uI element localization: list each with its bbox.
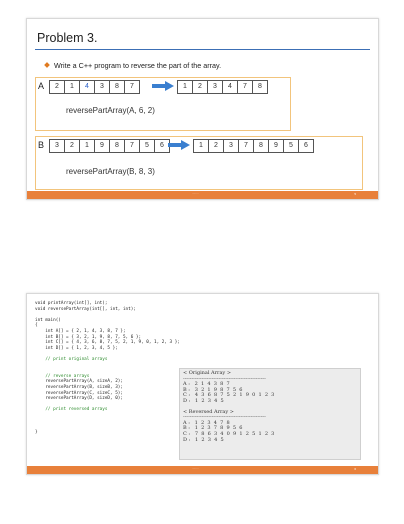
array-b-original: 32198756 — [49, 139, 170, 153]
array-a-reversed: 123478 — [177, 80, 268, 94]
slide-footer: ········ 5 — [27, 191, 378, 199]
page-number: 5 — [354, 192, 356, 196]
title-divider — [35, 49, 370, 50]
code-listing: void printArray(int[], int); void reverse… — [35, 301, 180, 435]
array-cell: 2 — [192, 80, 208, 94]
footer-text: ········ — [192, 192, 199, 195]
array-cell: 8 — [109, 80, 125, 94]
array-cell: 4 — [79, 80, 95, 94]
array-cell: 1 — [193, 139, 209, 153]
array-cell: 3 — [94, 80, 110, 94]
right-arrow-icon — [168, 140, 190, 150]
array-cell: 7 — [124, 80, 140, 94]
array-cell: 8 — [253, 139, 269, 153]
array-cell: 9 — [268, 139, 284, 153]
array-cell: 5 — [283, 139, 299, 153]
page-number: 6 — [354, 467, 356, 471]
right-arrow-icon — [152, 81, 174, 91]
array-cell: 1 — [79, 139, 95, 153]
bullet-point: Write a C++ program to reverse the part … — [44, 61, 222, 70]
slide-footer: ········ 6 — [27, 466, 378, 474]
array-cell: 7 — [238, 139, 254, 153]
diamond-bullet-icon — [44, 62, 50, 68]
console-output: < Original Array > ----------------------… — [179, 368, 361, 460]
call-text-a: reversePartArray(A, 6, 2) — [66, 106, 155, 115]
array-cell: 3 — [207, 80, 223, 94]
array-cell: 2 — [49, 80, 65, 94]
array-a-label: A — [38, 81, 45, 91]
array-cell: 5 — [139, 139, 155, 153]
array-cell: 1 — [177, 80, 193, 94]
bullet-text: Write a C++ program to reverse the part … — [54, 61, 222, 70]
array-cell: 8 — [252, 80, 268, 94]
array-cell: 8 — [109, 139, 125, 153]
array-b-label: B — [38, 140, 45, 150]
array-cell: 7 — [124, 139, 140, 153]
array-cell: 2 — [64, 139, 80, 153]
array-cell: 3 — [49, 139, 65, 153]
array-cell: 6 — [298, 139, 314, 153]
array-cell: 4 — [222, 80, 238, 94]
code-line: int C[] = { 4, 3, 6, 8, 7, 5, 2, 1, 9, 0… — [35, 340, 180, 346]
slide-problem-3: Problem 3. Write a C++ program to revers… — [26, 18, 379, 200]
console-text: < Original Array > ----------------------… — [183, 370, 274, 460]
code-line: } — [35, 429, 38, 435]
call-text-b: reversePartArray(B, 8, 3) — [66, 167, 155, 176]
array-cell: 7 — [237, 80, 253, 94]
array-cell: 1 — [64, 80, 80, 94]
slide-code-solution: void printArray(int[], int); void reverse… — [26, 293, 379, 475]
example-box-a: A 214387 123478 reversePartArray(A, 6, 2… — [35, 77, 291, 131]
example-box-b: B 32198756 12378956 reversePartArray(B, … — [35, 136, 363, 190]
array-b-reversed: 12378956 — [193, 139, 314, 153]
footer-text: ········ — [192, 467, 199, 470]
slide-title: Problem 3. — [37, 31, 98, 45]
array-a-original: 214387 — [49, 80, 140, 94]
array-cell: 9 — [94, 139, 110, 153]
array-cell: 2 — [208, 139, 224, 153]
array-cell: 3 — [223, 139, 239, 153]
